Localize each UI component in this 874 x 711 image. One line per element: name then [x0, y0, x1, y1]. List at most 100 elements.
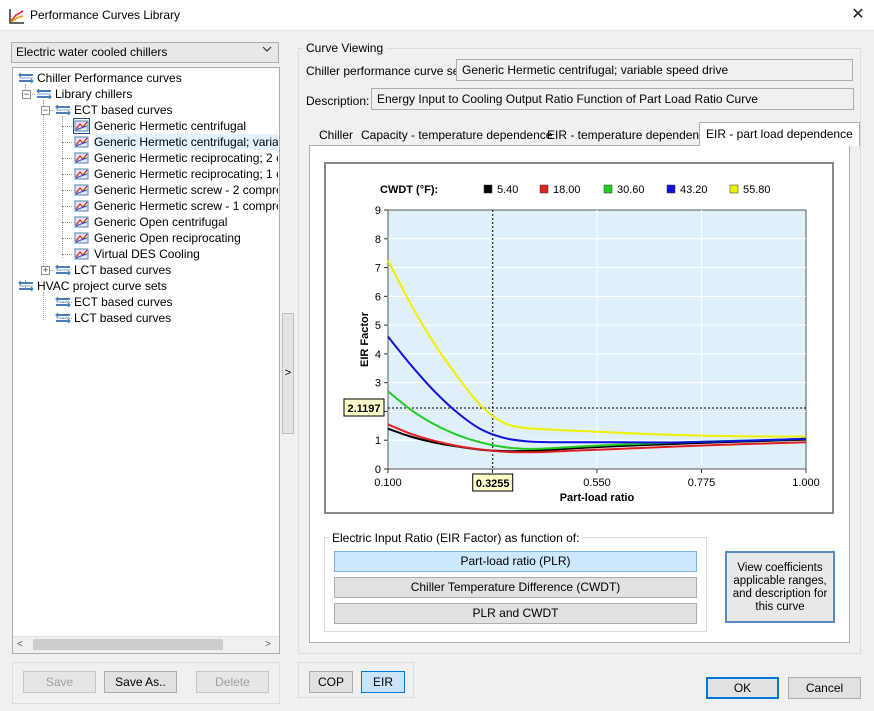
tree-connector — [43, 100, 44, 272]
tree-node-label: Generic Hermetic screw - 2 compresso — [94, 183, 302, 197]
curve-set-label: Chiller performance curve set: — [306, 64, 467, 78]
legend-swatch-55.80 — [729, 184, 739, 194]
tree-connector — [62, 142, 72, 143]
cop-button[interactable]: COP — [309, 671, 353, 693]
tree-connector — [62, 158, 72, 159]
chiller-curve-icon — [74, 216, 89, 228]
cancel-button[interactable]: Cancel — [788, 677, 861, 699]
legend-label-30.60: 30.60 — [617, 184, 645, 196]
legend-swatch-30.60 — [603, 184, 613, 194]
y-tick-label: 7 — [375, 263, 381, 275]
curves-app-icon — [9, 9, 24, 24]
scroll-right-icon[interactable]: > — [265, 639, 271, 650]
tree-node-label: LCT based curves — [74, 263, 172, 277]
tree-connector — [62, 206, 72, 207]
tree-node-label: Generic Hermetic screw - 1 compresso — [94, 199, 302, 213]
curve-viewing-title: Curve Viewing — [303, 41, 387, 55]
plr-option-button[interactable]: Part-load ratio (PLR) — [334, 551, 697, 572]
view-coefficients-line4: this curve — [755, 601, 805, 613]
curve-set-icon — [18, 280, 34, 292]
plr-cwdt-option-button[interactable]: PLR and CWDT — [334, 603, 697, 624]
cwdt-option-button[interactable]: Chiller Temperature Difference (CWDT) — [334, 577, 697, 598]
eir-chart: 01234567890.1000.5500.7751.000Part-load … — [324, 162, 834, 514]
chiller-curve-icon — [73, 118, 90, 134]
cursor-x-value: 0.3255 — [476, 478, 510, 490]
y-tick-label: 9 — [375, 205, 381, 217]
curve-set-icon — [55, 264, 71, 276]
tree-node-label: ECT based curves — [74, 295, 173, 309]
expand-icon[interactable]: + — [41, 266, 50, 275]
curve-set-icon — [55, 296, 71, 308]
tree-node-label: Generic Hermetic centrifugal; variable — [94, 134, 295, 150]
x-axis-label: Part-load ratio — [560, 492, 635, 504]
category-dropdown-value: Electric water cooled chillers — [16, 45, 168, 59]
tab-eir-part-load[interactable]: EIR - part load dependence — [699, 122, 860, 146]
tree-connector — [43, 292, 44, 320]
chiller-curve-icon — [74, 168, 89, 180]
view-coefficients-line2: applicable ranges, — [733, 575, 827, 587]
tree-node-label: Generic Hermetic reciprocating; 2 comp — [94, 151, 306, 165]
y-tick-label: 8 — [375, 234, 381, 246]
chiller-curve-icon — [74, 248, 89, 260]
y-axis-label: EIR Factor — [359, 311, 371, 367]
y-tick-label: 3 — [375, 378, 381, 390]
category-dropdown[interactable]: Electric water cooled chillers — [11, 42, 279, 63]
y-tick-label: 6 — [375, 291, 381, 303]
legend-swatch-5.40 — [483, 184, 493, 194]
tab-eir-temperature[interactable]: EIR - temperature dependence — [541, 124, 718, 145]
save-button[interactable]: Save — [23, 671, 96, 693]
tree-connector — [62, 116, 63, 258]
eir-button[interactable]: EIR — [361, 671, 405, 693]
y-tick-label: 0 — [375, 464, 381, 476]
ok-button[interactable]: OK — [706, 677, 779, 699]
legend-label-18.00: 18.00 — [553, 184, 581, 196]
close-icon[interactable]: ✕ — [846, 4, 870, 26]
eir-function-title: Electric Input Ratio (EIR Factor) as fun… — [329, 531, 583, 545]
view-coefficients-line1: View coefficients — [737, 562, 823, 574]
curve-set-field: Generic Hermetic centrifugal; variable s… — [456, 59, 853, 81]
legend-swatch-18.00 — [539, 184, 549, 194]
x-tick-label: 0.550 — [583, 477, 611, 489]
tree-node-label: Generic Hermetic centrifugal — [94, 119, 247, 133]
panel-collapse-toggle[interactable]: > — [282, 313, 294, 434]
chiller-curve-icon — [74, 152, 89, 164]
scrollbar-thumb[interactable] — [33, 639, 223, 650]
tree-node-label: Library chillers — [55, 87, 133, 101]
tree-node-label: HVAC project curve sets — [37, 279, 167, 293]
tab-chiller[interactable]: Chiller — [313, 124, 359, 145]
chiller-curve-icon — [74, 232, 89, 244]
cursor-y-value: 2.1197 — [347, 403, 380, 415]
chiller-curve-icon — [74, 136, 89, 148]
chiller-curve-icon — [74, 184, 89, 196]
view-coefficients-button[interactable]: View coefficients applicable ranges, and… — [725, 551, 835, 623]
legend-title: CWDT (°F): — [380, 184, 438, 196]
curve-set-icon — [55, 104, 71, 116]
tree-node-label: Chiller Performance curves — [37, 71, 182, 85]
tree-connector — [62, 254, 72, 255]
y-tick-label: 1 — [375, 435, 381, 447]
description-label: Description: — [306, 94, 370, 108]
tree-node-label: LCT based curves — [74, 311, 172, 325]
description-field: Energy Input to Cooling Output Ratio Fun… — [371, 88, 854, 110]
collapse-icon[interactable]: − — [22, 90, 31, 99]
legend-swatch-43.20 — [666, 184, 676, 194]
eir-chart-svg: 01234567890.1000.5500.7751.000Part-load … — [326, 164, 832, 512]
delete-button[interactable]: Delete — [196, 671, 269, 693]
curve-set-icon — [36, 88, 52, 100]
y-tick-label: 4 — [375, 349, 381, 361]
tree-node-label: Virtual DES Cooling — [94, 247, 200, 261]
scroll-left-icon[interactable]: < — [17, 639, 23, 650]
save-as-button[interactable]: Save As.. — [104, 671, 177, 693]
x-tick-label: 0.775 — [688, 477, 716, 489]
collapse-icon[interactable]: − — [41, 106, 50, 115]
tree-connector — [62, 238, 72, 239]
tree-node-label: Generic Hermetic reciprocating; 1 comp — [94, 167, 306, 181]
chiller-curve-icon — [74, 200, 89, 212]
x-tick-label: 1.000 — [792, 477, 820, 489]
tree-connector — [62, 126, 72, 127]
tree-node-label: Generic Open reciprocating — [94, 231, 241, 245]
tab-capacity-temperature[interactable]: Capacity - temperature dependence — [355, 124, 558, 145]
chevron-down-icon[interactable] — [262, 45, 272, 56]
tree-node-label: ECT based curves — [74, 103, 173, 117]
view-coefficients-line3: and description for — [732, 588, 828, 600]
